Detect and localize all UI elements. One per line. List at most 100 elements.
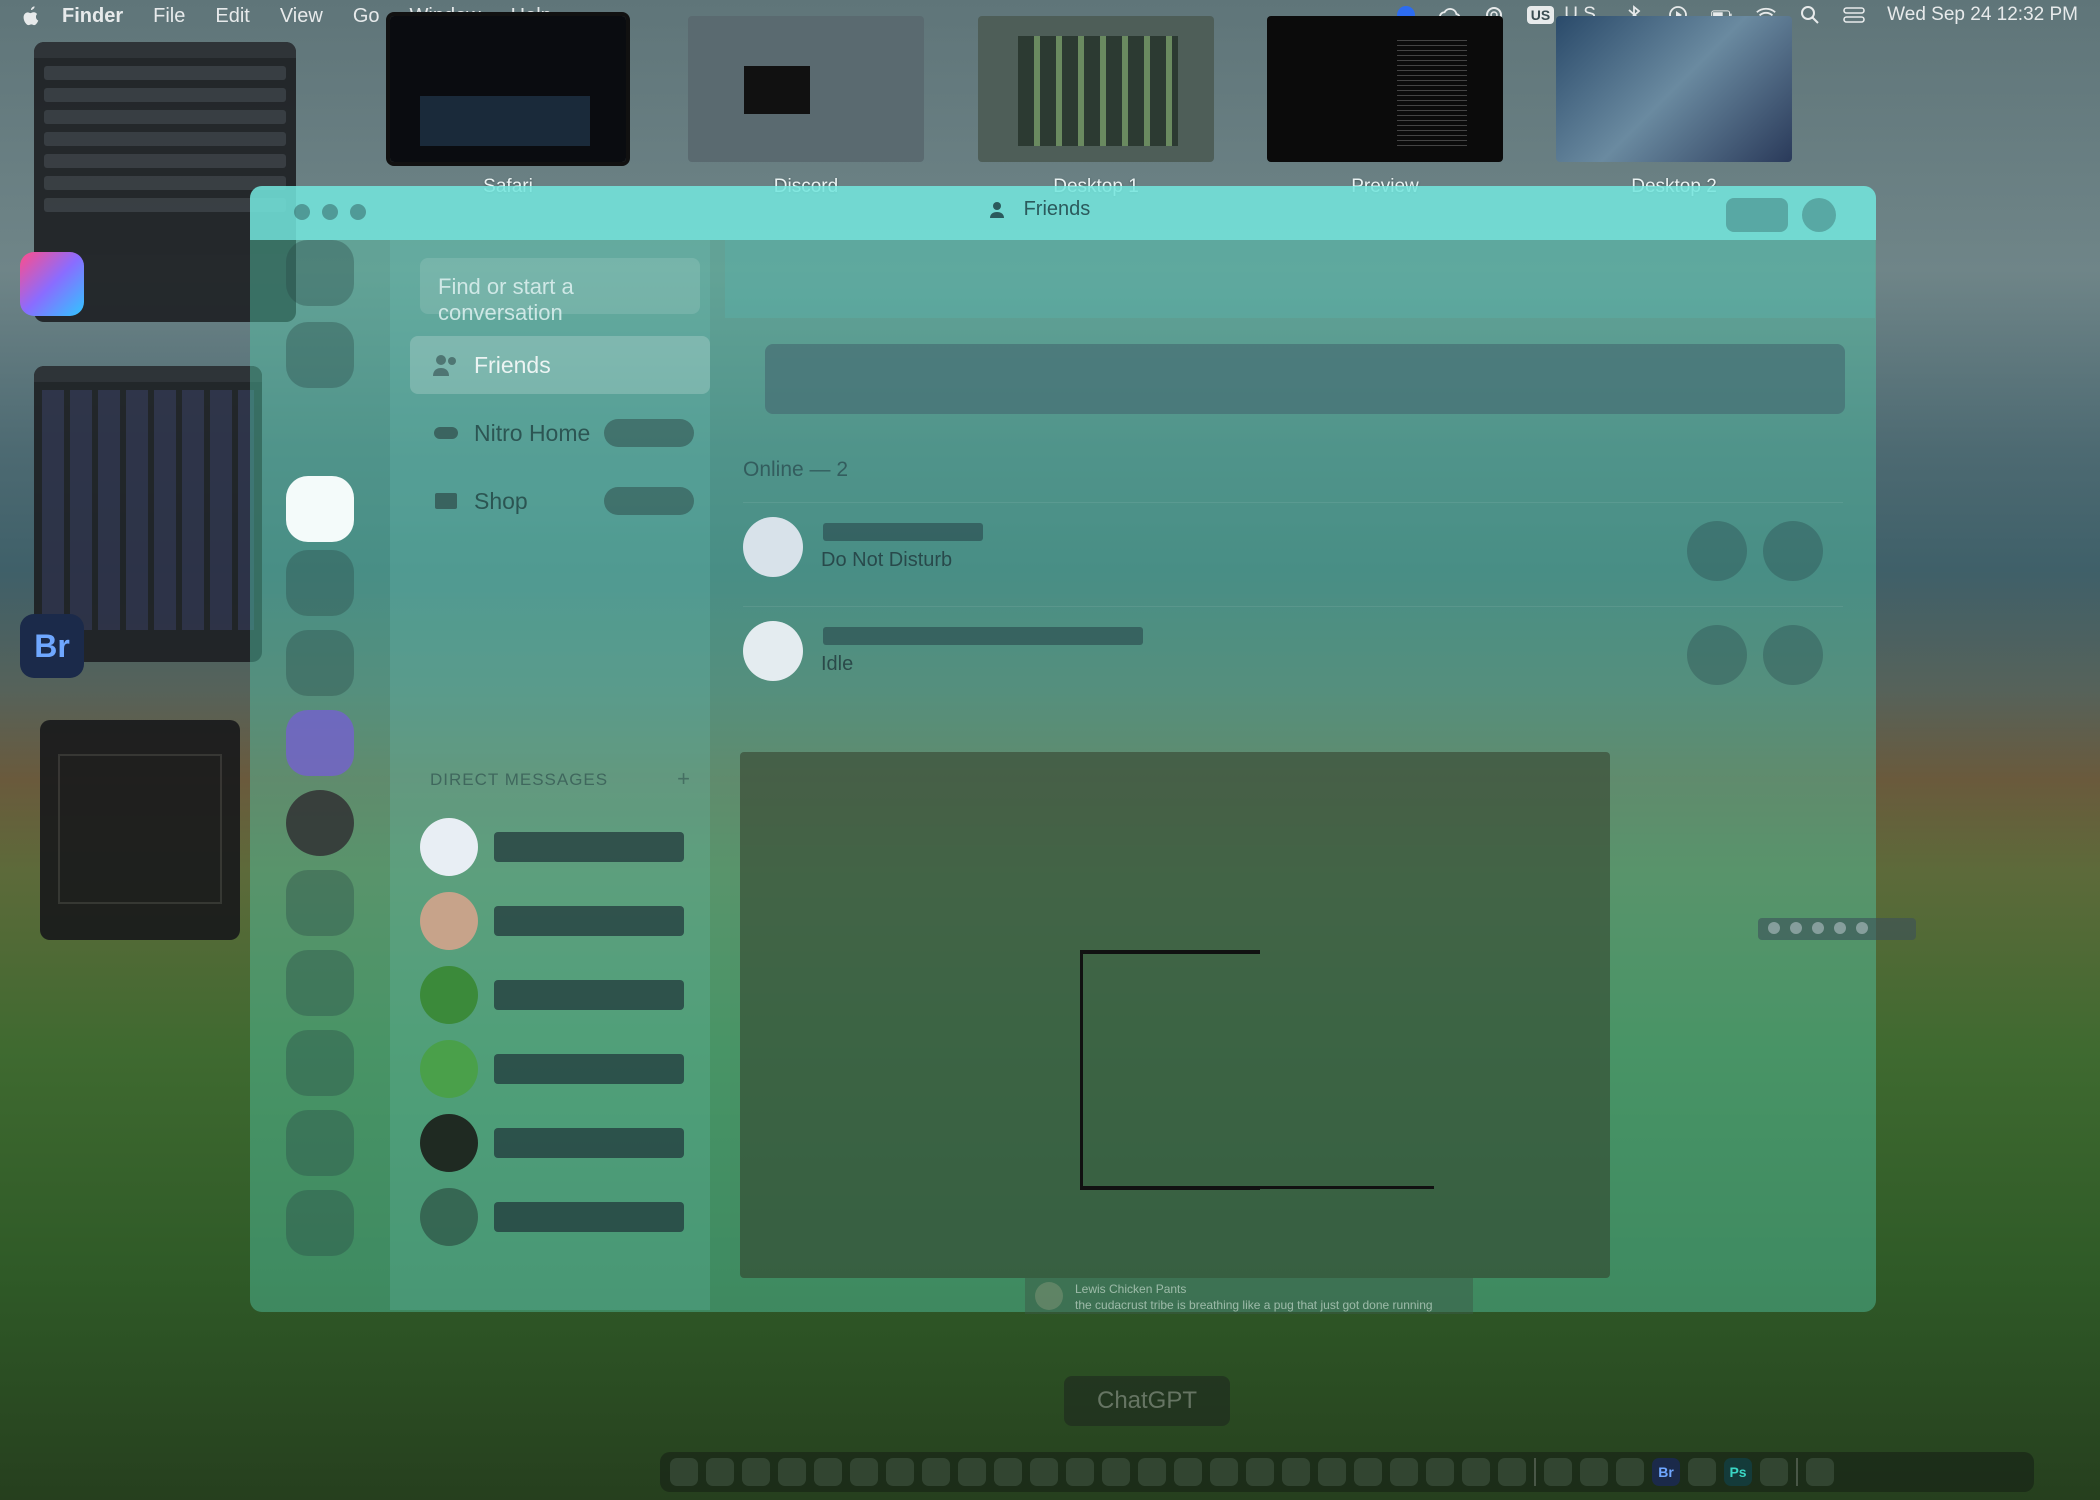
server-icon[interactable] <box>286 870 354 936</box>
space-discord[interactable]: Discord <box>688 16 924 198</box>
dm-item[interactable] <box>420 818 710 878</box>
dm-item[interactable] <box>420 1188 710 1248</box>
dock-app[interactable] <box>850 1458 878 1486</box>
dock-app[interactable] <box>1616 1458 1644 1486</box>
dock-app[interactable] <box>1102 1458 1130 1486</box>
more-icon[interactable] <box>1856 922 1868 934</box>
nav-friends[interactable]: Friends <box>410 336 710 394</box>
server-icon[interactable] <box>286 240 354 306</box>
dock-app[interactable] <box>1318 1458 1346 1486</box>
dock-app[interactable] <box>1580 1458 1608 1486</box>
inbox-button[interactable] <box>1726 198 1788 232</box>
dock-app[interactable] <box>706 1458 734 1486</box>
minimize-window-button[interactable] <box>322 204 338 220</box>
message-button[interactable] <box>1687 521 1747 581</box>
link-icon[interactable] <box>1768 922 1780 934</box>
server-icon[interactable] <box>286 550 354 616</box>
dock-app[interactable] <box>1030 1458 1058 1486</box>
menu-edit[interactable]: Edit <box>215 5 249 28</box>
server-icon[interactable] <box>286 790 354 856</box>
dock-app[interactable] <box>1462 1458 1490 1486</box>
control-center-icon[interactable] <box>1843 4 1865 26</box>
spaces-bar: Safari Discord Desktop 1 Preview Desktop… <box>386 12 1800 206</box>
dock-app[interactable] <box>742 1458 770 1486</box>
dm-item[interactable] <box>420 1040 710 1100</box>
dock-app[interactable] <box>1138 1458 1166 1486</box>
dock-app[interactable] <box>1390 1458 1418 1486</box>
nav-nitro-home[interactable]: Nitro Home <box>410 404 710 462</box>
floating-window-photoshop[interactable] <box>40 720 240 940</box>
image-frame <box>1080 950 1260 1190</box>
redo-icon[interactable] <box>1834 922 1846 934</box>
server-icon[interactable] <box>286 1190 354 1256</box>
message-button[interactable] <box>1687 625 1747 685</box>
dock-app[interactable] <box>1426 1458 1454 1486</box>
menu-go[interactable]: Go <box>353 5 380 28</box>
dock-separator <box>1796 1458 1798 1486</box>
space-preview[interactable]: Preview <box>1267 16 1503 198</box>
dock-app[interactable] <box>1246 1458 1274 1486</box>
friend-row[interactable]: Do Not Disturb <box>743 502 1843 592</box>
menu-file[interactable]: File <box>153 5 185 28</box>
close-window-button[interactable] <box>294 204 310 220</box>
clock[interactable]: Wed Sep 24 12:32 PM <box>1887 4 2078 26</box>
dm-item[interactable] <box>420 892 710 952</box>
menu-view[interactable]: View <box>280 5 323 28</box>
dock-app[interactable] <box>1760 1458 1788 1486</box>
avatar <box>420 1114 478 1172</box>
server-icon[interactable] <box>286 710 354 776</box>
bridge-app-icon[interactable]: Br <box>20 614 84 678</box>
dock-app[interactable] <box>1544 1458 1572 1486</box>
server-icon[interactable] <box>286 1110 354 1176</box>
apple-icon[interactable] <box>20 5 40 27</box>
menu-app-name[interactable]: Finder <box>62 5 123 28</box>
dock-app[interactable] <box>922 1458 950 1486</box>
dm-name-redacted <box>494 1054 684 1084</box>
friends-icon <box>990 201 1004 218</box>
nav-shop[interactable]: Shop <box>410 472 710 530</box>
space-thumbnail <box>386 12 630 166</box>
dock-app[interactable] <box>670 1458 698 1486</box>
space-desktop-2[interactable]: Desktop 2 <box>1556 16 1792 198</box>
server-icon[interactable] <box>286 322 354 388</box>
more-button[interactable] <box>1763 521 1823 581</box>
conversation-search-input[interactable]: Find or start a conversation <box>420 258 700 325</box>
dm-item[interactable] <box>420 966 710 1026</box>
space-desktop-1[interactable]: Desktop 1 <box>978 16 1214 198</box>
dock-app[interactable] <box>1174 1458 1202 1486</box>
more-button[interactable] <box>1763 625 1823 685</box>
message-preview[interactable]: Lewis Chicken Pants the cudacrust tribe … <box>1025 1278 1473 1314</box>
dock-app[interactable] <box>778 1458 806 1486</box>
dock-app[interactable] <box>1282 1458 1310 1486</box>
search-icon[interactable] <box>1799 4 1821 26</box>
server-icon[interactable] <box>286 1030 354 1096</box>
floating-toolbar[interactable] <box>1758 918 1916 940</box>
zoom-window-button[interactable] <box>350 204 366 220</box>
dock-app[interactable] <box>1354 1458 1382 1486</box>
dock-photoshop-icon[interactable]: Ps <box>1724 1458 1752 1486</box>
dock-app[interactable] <box>886 1458 914 1486</box>
dm-item[interactable] <box>420 1114 710 1174</box>
dock-app[interactable] <box>994 1458 1022 1486</box>
friend-row[interactable]: Idle <box>743 606 1843 696</box>
create-dm-button[interactable]: + <box>677 766 690 792</box>
dock-bridge-icon[interactable]: Br <box>1652 1458 1680 1486</box>
instagram-icon[interactable] <box>20 252 84 316</box>
dock-app[interactable] <box>958 1458 986 1486</box>
avatar <box>420 1188 478 1246</box>
dock-app[interactable] <box>1210 1458 1238 1486</box>
chatgpt-window-label[interactable]: ChatGPT <box>1064 1376 1230 1426</box>
undo-icon[interactable] <box>1812 922 1824 934</box>
home-button[interactable] <box>286 476 354 542</box>
dock-app[interactable] <box>814 1458 842 1486</box>
dock-app[interactable] <box>1688 1458 1716 1486</box>
dock-app[interactable] <box>1066 1458 1094 1486</box>
help-button[interactable] <box>1802 198 1836 232</box>
server-icon[interactable] <box>286 950 354 1016</box>
friends-search-input[interactable] <box>765 344 1845 414</box>
server-icon[interactable] <box>286 630 354 696</box>
space-safari[interactable]: Safari <box>386 12 630 198</box>
dock-app[interactable] <box>1498 1458 1526 1486</box>
dock-trash-icon[interactable] <box>1806 1458 1834 1486</box>
bookmark-icon[interactable] <box>1790 922 1802 934</box>
